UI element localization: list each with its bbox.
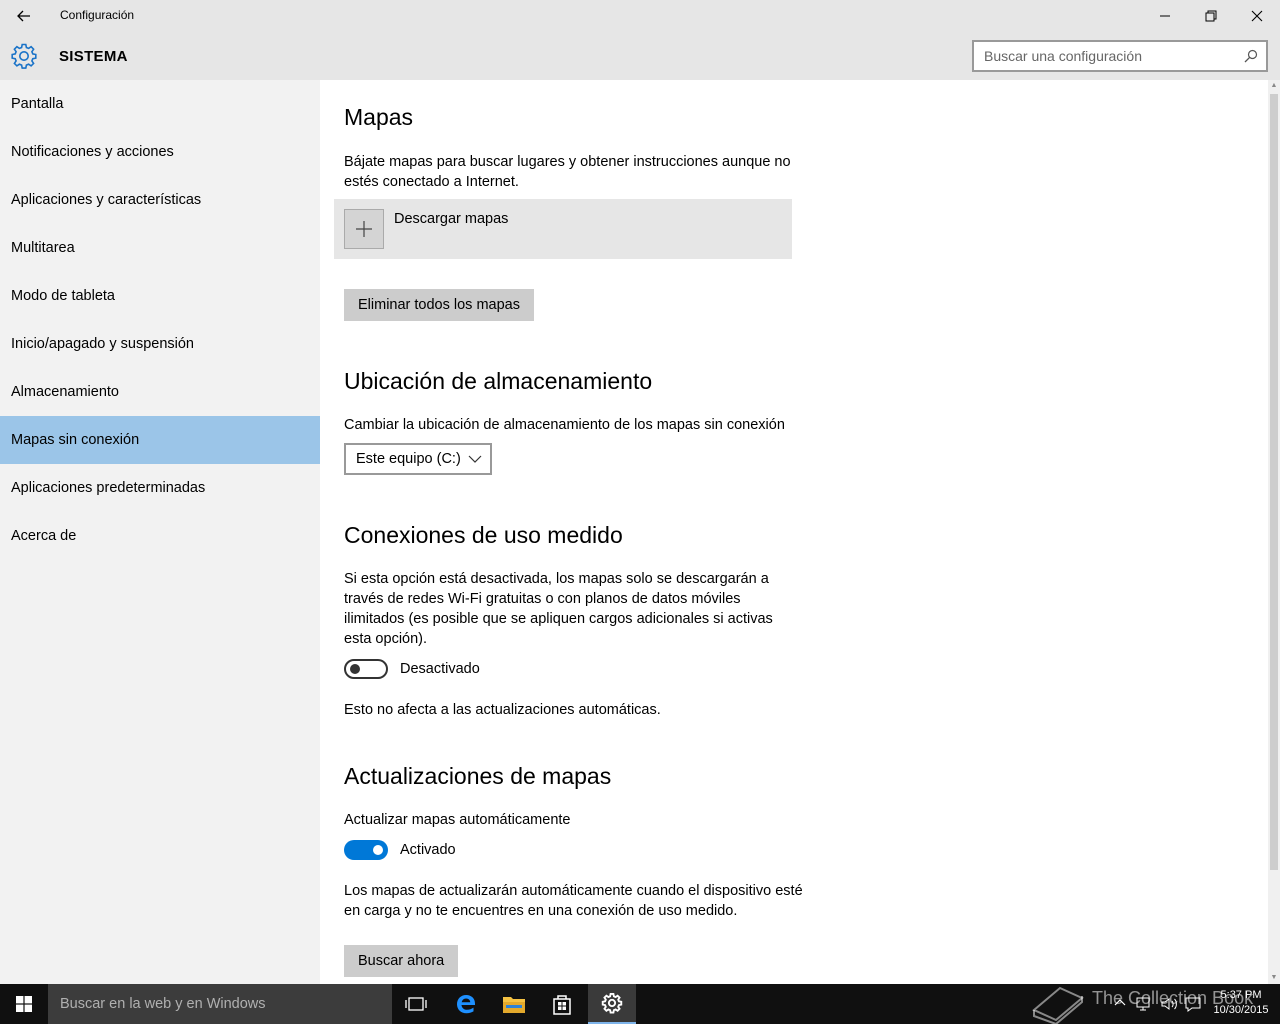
storage-location-value: Este equipo (C:) xyxy=(356,451,461,467)
settings-app-button[interactable] xyxy=(588,984,636,1024)
clock-time: 5:37 PM xyxy=(1220,989,1262,1001)
updates-description: Los mapas de actualizarán automáticament… xyxy=(344,883,803,919)
taskbar-search-input[interactable] xyxy=(48,984,368,1024)
scroll-up-icon[interactable]: ▲ xyxy=(1268,80,1280,92)
metered-description: Si esta opción está desactivada, los map… xyxy=(344,571,773,647)
volume-icon[interactable] xyxy=(1160,996,1178,1012)
scrollbar-thumb[interactable] xyxy=(1270,94,1278,870)
section-title: SISTEMA xyxy=(59,48,128,65)
toggle-knob xyxy=(373,845,383,855)
back-button[interactable] xyxy=(8,0,40,32)
book-watermark-icon xyxy=(1032,986,1084,1024)
auto-update-toggle[interactable] xyxy=(344,840,388,860)
store-bag-icon xyxy=(553,995,571,1015)
file-explorer-button[interactable] xyxy=(490,984,538,1024)
sidebar-item-aplicaciones[interactable]: Aplicaciones y características xyxy=(0,176,320,224)
auto-update-toggle-label: Activado xyxy=(400,842,456,858)
window-title: Configuración xyxy=(60,8,135,22)
restore-button[interactable] xyxy=(1188,0,1234,32)
windows-logo-icon xyxy=(16,996,32,1012)
edge-icon xyxy=(457,995,475,1014)
folder-icon xyxy=(503,997,525,1013)
check-now-button[interactable]: Buscar ahora xyxy=(344,945,459,977)
sidebar: Pantalla Notificaciones y acciones Aplic… xyxy=(0,80,320,984)
gear-icon xyxy=(11,43,37,69)
clock-date: 10/30/2015 xyxy=(1213,1004,1269,1016)
sidebar-item-aplicaciones-predeterminadas[interactable]: Aplicaciones predeterminadas xyxy=(0,464,320,512)
sidebar-item-acerca-de[interactable]: Acerca de xyxy=(0,512,320,560)
storage-description: Cambiar la ubicación de almacenamiento d… xyxy=(344,417,785,433)
close-icon xyxy=(1251,10,1263,22)
network-icon[interactable] xyxy=(1136,996,1154,1012)
metered-toggle-label: Desactivado xyxy=(400,661,480,677)
settings-header: SISTEMA xyxy=(0,32,1280,80)
updates-heading: Actualizaciones de mapas xyxy=(344,763,612,789)
vertical-scrollbar[interactable]: ▲ ▼ xyxy=(1268,80,1280,984)
clock[interactable]: 5:37 PM 10/30/2015 xyxy=(1206,988,1276,1018)
download-maps-label: Descargar mapas xyxy=(394,211,509,227)
store-button[interactable] xyxy=(538,984,586,1024)
storage-heading: Ubicación de almacenamiento xyxy=(344,368,653,394)
minimize-icon xyxy=(1160,15,1170,17)
close-button[interactable] xyxy=(1234,0,1280,32)
sidebar-item-multitarea[interactable]: Multitarea xyxy=(0,224,320,272)
chevron-down-icon xyxy=(468,455,482,463)
maps-description: Bájate mapas para buscar lugares y obten… xyxy=(344,154,791,190)
sidebar-item-notificaciones[interactable]: Notificaciones y acciones xyxy=(0,128,320,176)
toggle-knob xyxy=(350,664,360,674)
taskbar: The Collection Book 5:37 PM 10/30/2015 xyxy=(0,984,1280,1024)
scroll-down-icon[interactable]: ▼ xyxy=(1268,972,1280,984)
start-button[interactable] xyxy=(0,984,48,1024)
maps-heading: Mapas xyxy=(344,104,414,130)
restore-icon xyxy=(1205,10,1217,22)
chevron-up-icon[interactable] xyxy=(1114,996,1126,1008)
sidebar-item-mapas-sin-conexion[interactable]: Mapas sin conexión xyxy=(0,416,320,464)
back-arrow-icon xyxy=(17,10,30,22)
settings-search[interactable] xyxy=(972,40,1268,72)
sidebar-item-pantalla[interactable]: Pantalla xyxy=(0,80,320,128)
plus-icon xyxy=(344,209,384,249)
metered-heading: Conexiones de uso medido xyxy=(344,522,623,548)
auto-update-label: Actualizar mapas automáticamente xyxy=(344,812,571,828)
download-maps-button[interactable]: Descargar mapas xyxy=(334,199,792,259)
gear-icon xyxy=(601,993,623,1014)
settings-search-input[interactable] xyxy=(984,42,1234,70)
sidebar-item-modo-tableta[interactable]: Modo de tableta xyxy=(0,272,320,320)
task-view-icon xyxy=(405,997,427,1011)
main-content: Mapas Bájate mapas para buscar lugares y… xyxy=(320,80,1268,984)
metered-toggle[interactable] xyxy=(344,659,388,679)
minimize-button[interactable] xyxy=(1142,0,1188,32)
task-view-button[interactable] xyxy=(392,984,440,1024)
metered-note: Esto no afecta a las actualizaciones aut… xyxy=(344,702,661,718)
edge-button[interactable] xyxy=(442,984,490,1024)
sidebar-item-inicio-apagado[interactable]: Inicio/apagado y suspensión xyxy=(0,320,320,368)
sidebar-item-almacenamiento[interactable]: Almacenamiento xyxy=(0,368,320,416)
delete-all-maps-button[interactable]: Eliminar todos los mapas xyxy=(344,289,534,321)
storage-location-select[interactable]: Este equipo (C:) xyxy=(344,443,492,475)
taskbar-search[interactable] xyxy=(48,984,392,1024)
action-center-icon[interactable] xyxy=(1184,996,1202,1012)
search-icon[interactable] xyxy=(1244,49,1258,63)
title-bar: Configuración xyxy=(0,0,1280,32)
